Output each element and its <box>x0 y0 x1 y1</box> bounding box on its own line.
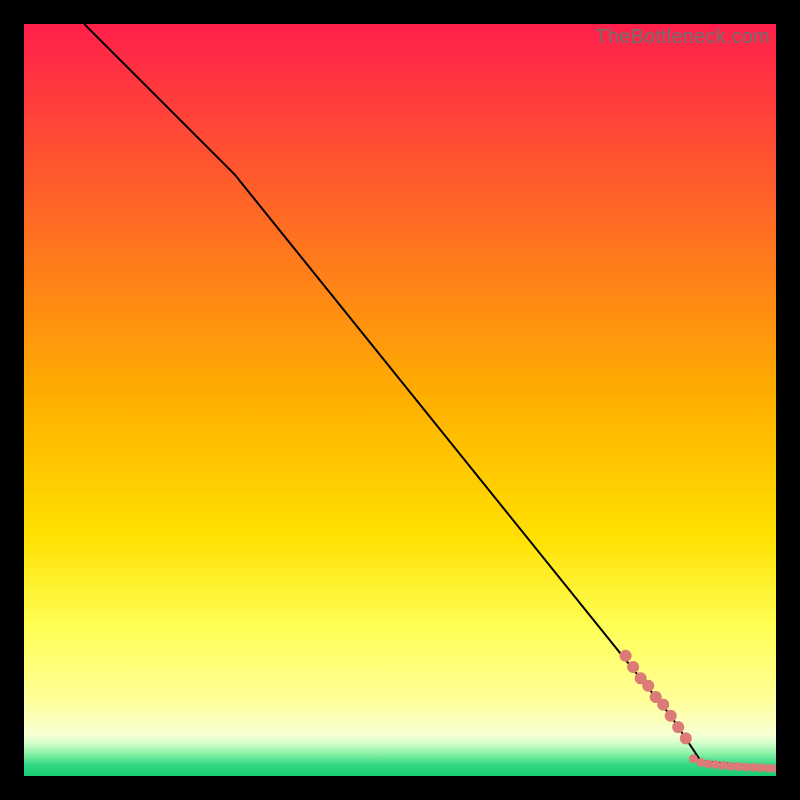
plot-area: TheBottleneck.com <box>24 24 776 776</box>
data-point <box>627 661 639 673</box>
data-point <box>672 721 684 733</box>
watermark-text: TheBottleneck.com <box>595 26 770 49</box>
data-point <box>642 680 654 692</box>
data-point <box>657 699 669 711</box>
data-point <box>696 758 705 767</box>
gradient-background <box>24 24 776 776</box>
data-point <box>620 650 632 662</box>
chart-svg <box>24 24 776 776</box>
data-point <box>665 710 677 722</box>
data-point <box>680 732 692 744</box>
chart-frame: TheBottleneck.com <box>0 0 800 800</box>
data-point <box>711 760 720 769</box>
